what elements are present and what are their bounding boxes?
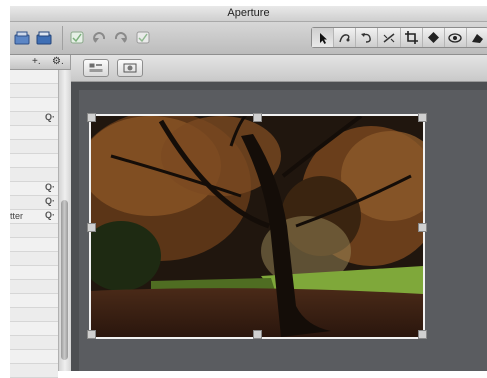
viewer-mode-button[interactable]	[83, 59, 109, 77]
library-panel: +. ⚙. Q· Q· Q· tter Q·	[10, 55, 71, 378]
scrollbar-thumb[interactable]	[61, 200, 68, 360]
toolbar	[10, 22, 487, 55]
resize-handle[interactable]	[87, 330, 96, 339]
library-scrollbar[interactable]	[58, 70, 71, 371]
list-item[interactable]	[10, 154, 58, 168]
stamp-icon[interactable]	[423, 28, 445, 47]
list-item[interactable]	[10, 350, 58, 364]
checkbox-icon[interactable]	[70, 29, 84, 46]
resize-handle[interactable]	[87, 223, 96, 232]
list-item[interactable]: tter Q·	[10, 210, 58, 224]
resize-handle[interactable]	[418, 330, 427, 339]
search-icon[interactable]: Q·	[45, 112, 55, 122]
list-item[interactable]	[10, 322, 58, 336]
export-icon[interactable]	[36, 29, 52, 46]
search-icon[interactable]: Q·	[45, 210, 55, 220]
gear-button[interactable]: ⚙.	[52, 56, 64, 67]
straighten-icon[interactable]	[378, 28, 401, 47]
list-item[interactable]	[10, 266, 58, 280]
filmstrip-icon	[123, 63, 137, 73]
list-item[interactable]	[10, 336, 58, 350]
photo-image	[91, 116, 423, 337]
list-item[interactable]	[10, 280, 58, 294]
add-button[interactable]: +.	[32, 56, 41, 67]
list-item[interactable]	[10, 252, 58, 266]
retouch-icon[interactable]	[467, 28, 487, 47]
list-item[interactable]	[10, 84, 58, 98]
adjustment-tools	[311, 27, 487, 48]
rotate-right-icon[interactable]	[112, 29, 128, 46]
list-item[interactable]	[10, 238, 58, 252]
rotate-icon[interactable]	[356, 28, 379, 47]
resize-handle[interactable]	[418, 223, 427, 232]
resize-handle[interactable]	[87, 113, 96, 122]
list-item[interactable]	[10, 126, 58, 140]
viewer-mode-icon	[89, 63, 103, 72]
list-item-label: tter	[10, 211, 24, 221]
check-icon[interactable]	[136, 29, 150, 46]
resize-handle[interactable]	[418, 113, 427, 122]
lift-stamp-icon[interactable]	[334, 28, 357, 47]
list-item[interactable]	[10, 364, 58, 378]
selected-photo[interactable]	[89, 114, 425, 339]
filmstrip-button[interactable]	[117, 59, 143, 77]
list-item[interactable]	[10, 98, 58, 112]
list-item[interactable]: Q·	[10, 182, 58, 196]
list-item[interactable]	[10, 140, 58, 154]
list-item[interactable]	[10, 70, 58, 84]
list-item[interactable]	[10, 168, 58, 182]
rotate-left-icon[interactable]	[92, 29, 108, 46]
list-item[interactable]	[10, 308, 58, 322]
window-title: Aperture	[227, 7, 270, 19]
library-list: Q· Q· Q· tter Q·	[10, 70, 58, 378]
redeye-icon[interactable]	[445, 28, 467, 47]
toolbar-separator	[62, 26, 63, 50]
viewer-options-bar	[10, 55, 487, 82]
search-icon[interactable]: Q·	[45, 196, 55, 206]
list-item[interactable]: Q·	[10, 196, 58, 210]
import-icon[interactable]	[14, 29, 30, 46]
search-icon[interactable]: Q·	[45, 182, 55, 192]
list-item[interactable]: Q·	[10, 112, 58, 126]
resize-handle[interactable]	[253, 330, 262, 339]
library-panel-header: +. ⚙.	[10, 55, 70, 70]
pointer-icon[interactable]	[312, 28, 335, 47]
list-item[interactable]	[10, 294, 58, 308]
list-item[interactable]	[10, 224, 58, 238]
crop-icon[interactable]	[401, 28, 423, 47]
title-bar: Aperture	[10, 6, 487, 22]
resize-handle[interactable]	[253, 113, 262, 122]
